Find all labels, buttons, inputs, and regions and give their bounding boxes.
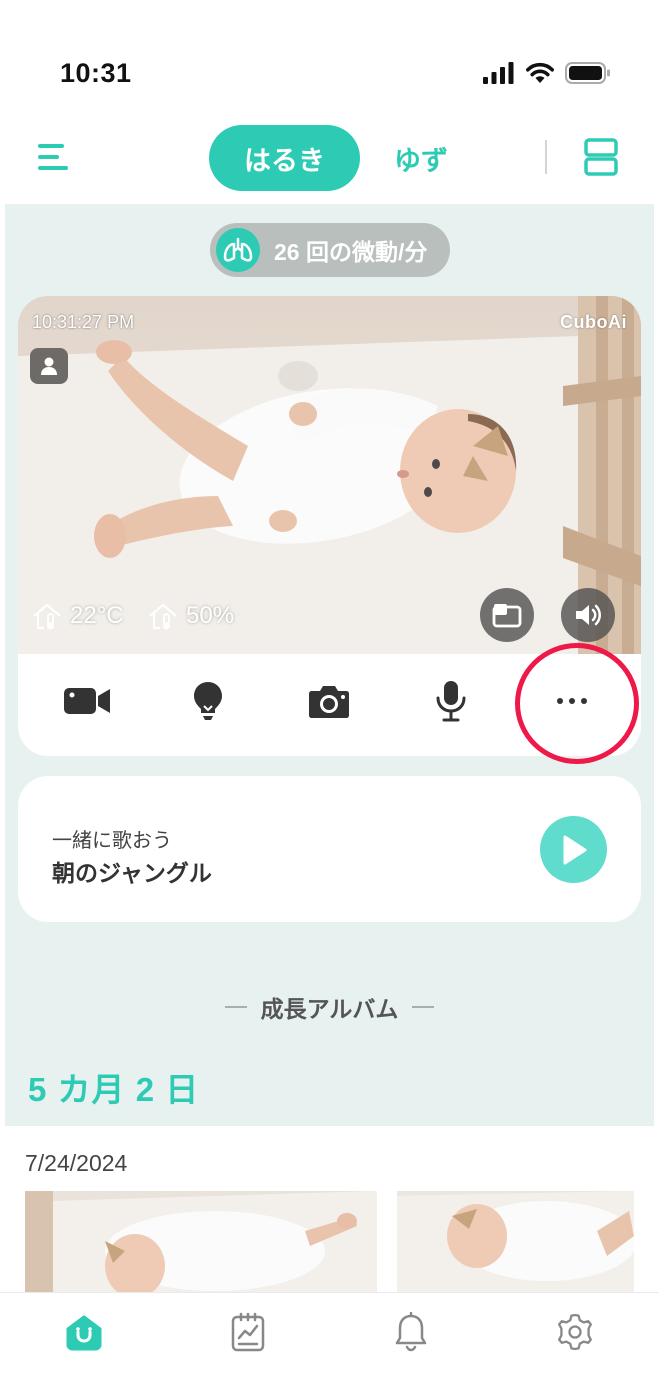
heading-dash-right xyxy=(412,1006,435,1008)
temperature-reading: 22°C xyxy=(32,602,124,630)
speaker-volume-icon[interactable] xyxy=(561,588,615,642)
live-video-feed[interactable]: 10:31:27 PM CuboAi 22°C 50% xyxy=(18,296,641,654)
status-icons xyxy=(483,62,611,84)
lungs-icon xyxy=(216,228,260,272)
song-card[interactable]: 一緒に歌おう 朝のジャングル xyxy=(18,776,641,922)
baby-age: 5 カ月 2 日 xyxy=(28,1071,200,1108)
camera-icon[interactable] xyxy=(289,666,369,736)
settings-icon[interactable] xyxy=(550,1307,600,1357)
album-photo[interactable] xyxy=(25,1191,377,1301)
home-humidity-icon xyxy=(149,603,177,630)
wifi-icon xyxy=(526,62,554,83)
person-icon[interactable] xyxy=(30,348,68,384)
song-subtitle: 一緒に歌おう xyxy=(52,830,172,852)
play-icon[interactable] xyxy=(540,816,607,883)
album-photo[interactable] xyxy=(397,1191,634,1301)
humidity-reading: 50% xyxy=(148,602,234,630)
video-timestamp: 10:31:27 PM xyxy=(32,312,135,332)
heading-dash-left xyxy=(224,1006,247,1008)
album-title: 成長アルバム xyxy=(260,996,399,1022)
video-camera-icon[interactable] xyxy=(47,666,127,736)
menu-icon[interactable] xyxy=(38,140,72,174)
tab-haruki[interactable]: はるき xyxy=(209,125,360,191)
top-navigation: はるき ゆず xyxy=(0,120,659,200)
split-view-icon[interactable] xyxy=(584,138,618,176)
microphone-icon[interactable] xyxy=(411,666,491,736)
bell-icon[interactable] xyxy=(386,1307,436,1357)
breathing-rate-badge[interactable]: 26 回の微動/分 xyxy=(210,223,450,277)
battery-icon xyxy=(565,62,610,84)
album-heading: 成長アルバム xyxy=(0,990,659,1024)
baby-video-frame xyxy=(18,296,641,654)
lightbulb-icon[interactable] xyxy=(168,666,248,736)
status-time: 10:31 xyxy=(60,58,132,88)
cellular-signal-icon xyxy=(483,62,514,84)
album-date: 7/24/2024 xyxy=(25,1150,128,1176)
journal-icon[interactable] xyxy=(223,1307,273,1357)
tab-yuzu[interactable]: ゆず xyxy=(378,125,464,191)
breathing-rate-text: 26 回の微動/分 xyxy=(274,239,428,265)
video-brand-watermark: CuboAi xyxy=(560,312,627,332)
home-thermometer-icon xyxy=(33,603,61,630)
nav-divider xyxy=(545,140,547,174)
bottom-navigation xyxy=(0,1292,659,1377)
song-title: 朝のジャングル xyxy=(52,860,212,886)
humidity-value: 50% xyxy=(186,602,235,629)
picture-in-picture-icon[interactable] xyxy=(480,588,534,642)
home-icon[interactable] xyxy=(59,1307,109,1357)
status-bar: 10:31 xyxy=(0,0,659,120)
temperature-value: 22°C xyxy=(70,602,124,629)
highlight-circle xyxy=(515,643,639,764)
